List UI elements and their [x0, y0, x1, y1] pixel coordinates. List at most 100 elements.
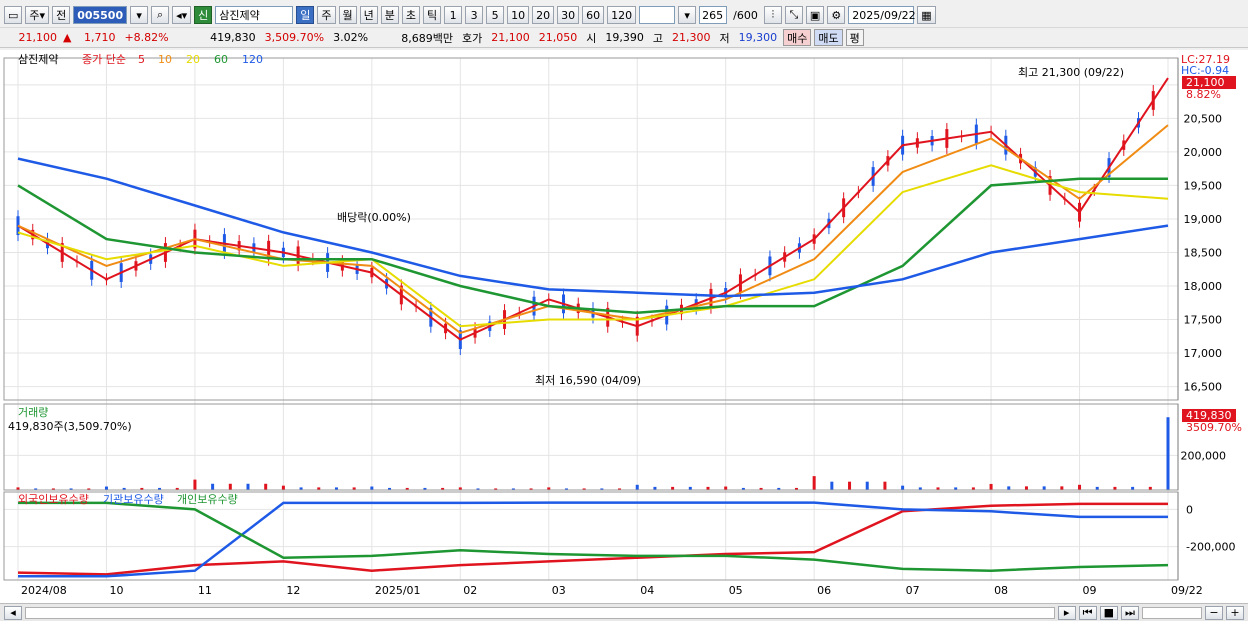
low: 19,300	[738, 31, 778, 44]
price-tick-label: 20,000	[1184, 146, 1223, 159]
scroll-last-icon[interactable]: ⏭	[1121, 605, 1139, 620]
tag-new[interactable]: 신	[194, 6, 213, 24]
low-label: 저	[719, 31, 730, 45]
stock-chart[interactable]: 21,00020,50020,00019,50019,00018,50018,0…	[0, 50, 1248, 605]
period-week[interactable]: 주	[317, 6, 336, 24]
scroll-track[interactable]	[25, 606, 1055, 619]
avg-button[interactable]: 평	[845, 29, 864, 46]
candle-icon[interactable]: ⫶	[763, 6, 782, 24]
search-icon[interactable]: ⌕	[151, 6, 170, 24]
up-arrow-icon: ▲	[63, 31, 72, 44]
scroll-first-icon[interactable]: ⏮	[1078, 605, 1097, 620]
volume-bar	[264, 483, 268, 490]
change: 1,710	[83, 31, 116, 44]
period-minute[interactable]: 분	[380, 6, 399, 24]
zoom-out-icon[interactable]: −	[1205, 605, 1223, 620]
legend-ma-120: 120	[242, 53, 263, 66]
sell-button[interactable]: 매도	[814, 29, 843, 46]
volume-bar	[1166, 417, 1170, 490]
open-label: 시	[586, 31, 597, 45]
step-120[interactable]: 120	[607, 6, 637, 24]
window-icon[interactable]: ▭	[4, 6, 23, 24]
ask: 21,100	[491, 31, 530, 44]
volume-bar	[1060, 486, 1064, 490]
scroll-right-icon[interactable]: ▸	[1057, 605, 1076, 620]
current-price: 21,100	[18, 31, 58, 44]
holdings-tick-label: 0	[1186, 503, 1193, 516]
step-20[interactable]: 20	[532, 6, 555, 24]
volume-bar	[1024, 486, 1028, 490]
code-dropdown-icon[interactable]: ▾	[130, 6, 149, 24]
volume-bar	[1078, 484, 1082, 490]
period-day[interactable]: 일	[296, 6, 315, 24]
period-tick[interactable]: 틱	[423, 6, 442, 24]
volume-bar	[281, 485, 285, 490]
quote-bar: 21,100 ▲ 1,710 +8.82% 419,830 3,509.70% …	[0, 27, 1248, 48]
step-custom-input[interactable]	[639, 6, 676, 24]
volume-tick-label: 200,000	[1181, 449, 1227, 462]
price-tick-label: 18,000	[1184, 280, 1223, 293]
stock-name-field[interactable]: 삼진제약	[215, 6, 294, 24]
price-tick-label: 16,500	[1184, 381, 1223, 394]
volume-bar	[901, 485, 905, 490]
period-year[interactable]: 년	[359, 6, 378, 24]
count-input[interactable]: 265	[699, 6, 728, 24]
holdings-legend-0: 외국인보유수량	[18, 493, 89, 506]
unit-select[interactable]: 주 ▾	[25, 6, 50, 24]
volume-info: 419,830주(3,509.70%)	[8, 420, 132, 433]
calendar-icon[interactable]: ▦	[917, 6, 936, 24]
step-30[interactable]: 30	[557, 6, 580, 24]
zoom-in-icon[interactable]: +	[1226, 605, 1244, 620]
step-60[interactable]: 60	[582, 6, 605, 24]
dividend-annotation: 배당락(0.00%)	[337, 211, 411, 224]
speaker-icon[interactable]: ◂▾	[172, 6, 192, 24]
holdings-legend-2: 개인보유수량	[177, 493, 238, 506]
draw-icon[interactable]: ⤡	[784, 6, 803, 24]
hoga-label: 호가	[462, 31, 483, 45]
legend-ma-60: 60	[214, 53, 228, 66]
price-tick-label: 17,500	[1184, 314, 1223, 327]
x-tick-label: 07	[906, 584, 920, 597]
period-month[interactable]: 월	[338, 6, 357, 24]
x-tick-label: 02	[463, 584, 477, 597]
period-second[interactable]: 초	[401, 6, 421, 24]
buy-button[interactable]: 매수	[783, 29, 812, 46]
legend-stock-name: 삼진제약	[18, 52, 58, 66]
volume-bar	[812, 476, 816, 490]
volume-bar	[830, 481, 834, 490]
step-1[interactable]: 1	[444, 6, 463, 24]
volume-bar	[635, 484, 639, 490]
date-input[interactable]: 2025/09/22	[848, 6, 916, 24]
volume-bar	[989, 483, 993, 490]
scroll-stop-icon[interactable]: ■	[1099, 605, 1118, 620]
legend-basis: 종가 단순	[82, 53, 126, 66]
settings-icon[interactable]: ⚙	[827, 6, 846, 24]
price-tick-label: 19,000	[1184, 213, 1223, 226]
price-tick-label: 19,500	[1184, 179, 1223, 192]
step-dropdown-icon[interactable]: ▾	[678, 6, 697, 24]
x-tick-label: 10	[109, 584, 123, 597]
holdings-legend-1: 기관보유수량	[103, 493, 164, 506]
volume-bar	[246, 483, 250, 490]
step-5[interactable]: 5	[486, 6, 505, 24]
x-tick-label: 11	[198, 584, 212, 597]
x-tick-label: 09/22	[1171, 584, 1203, 597]
amount: 8,689백만	[401, 31, 454, 45]
step-3[interactable]: 3	[465, 6, 484, 24]
prev-button[interactable]: 전	[52, 6, 71, 24]
volume-bar	[193, 479, 197, 490]
volume-bar	[1042, 486, 1046, 490]
legend-ma-5: 5	[138, 53, 145, 66]
price-tick-label: 17,000	[1184, 347, 1223, 360]
x-tick-label: 06	[817, 584, 831, 597]
save-icon[interactable]: ▣	[805, 6, 825, 24]
count-total: /600	[733, 8, 758, 22]
scroll-left-icon[interactable]: ◂	[4, 605, 22, 620]
holdings-tick-label: -200,000	[1186, 541, 1235, 554]
step-10[interactable]: 10	[507, 6, 530, 24]
volume-bar	[848, 481, 852, 490]
stock-code-input[interactable]: 005500	[73, 6, 128, 24]
x-tick-label: 04	[640, 584, 654, 597]
zoom-track[interactable]	[1142, 606, 1202, 619]
scrollbar[interactable]: ◂ ▸ ⏮ ■ ⏭ − +	[0, 603, 1248, 621]
